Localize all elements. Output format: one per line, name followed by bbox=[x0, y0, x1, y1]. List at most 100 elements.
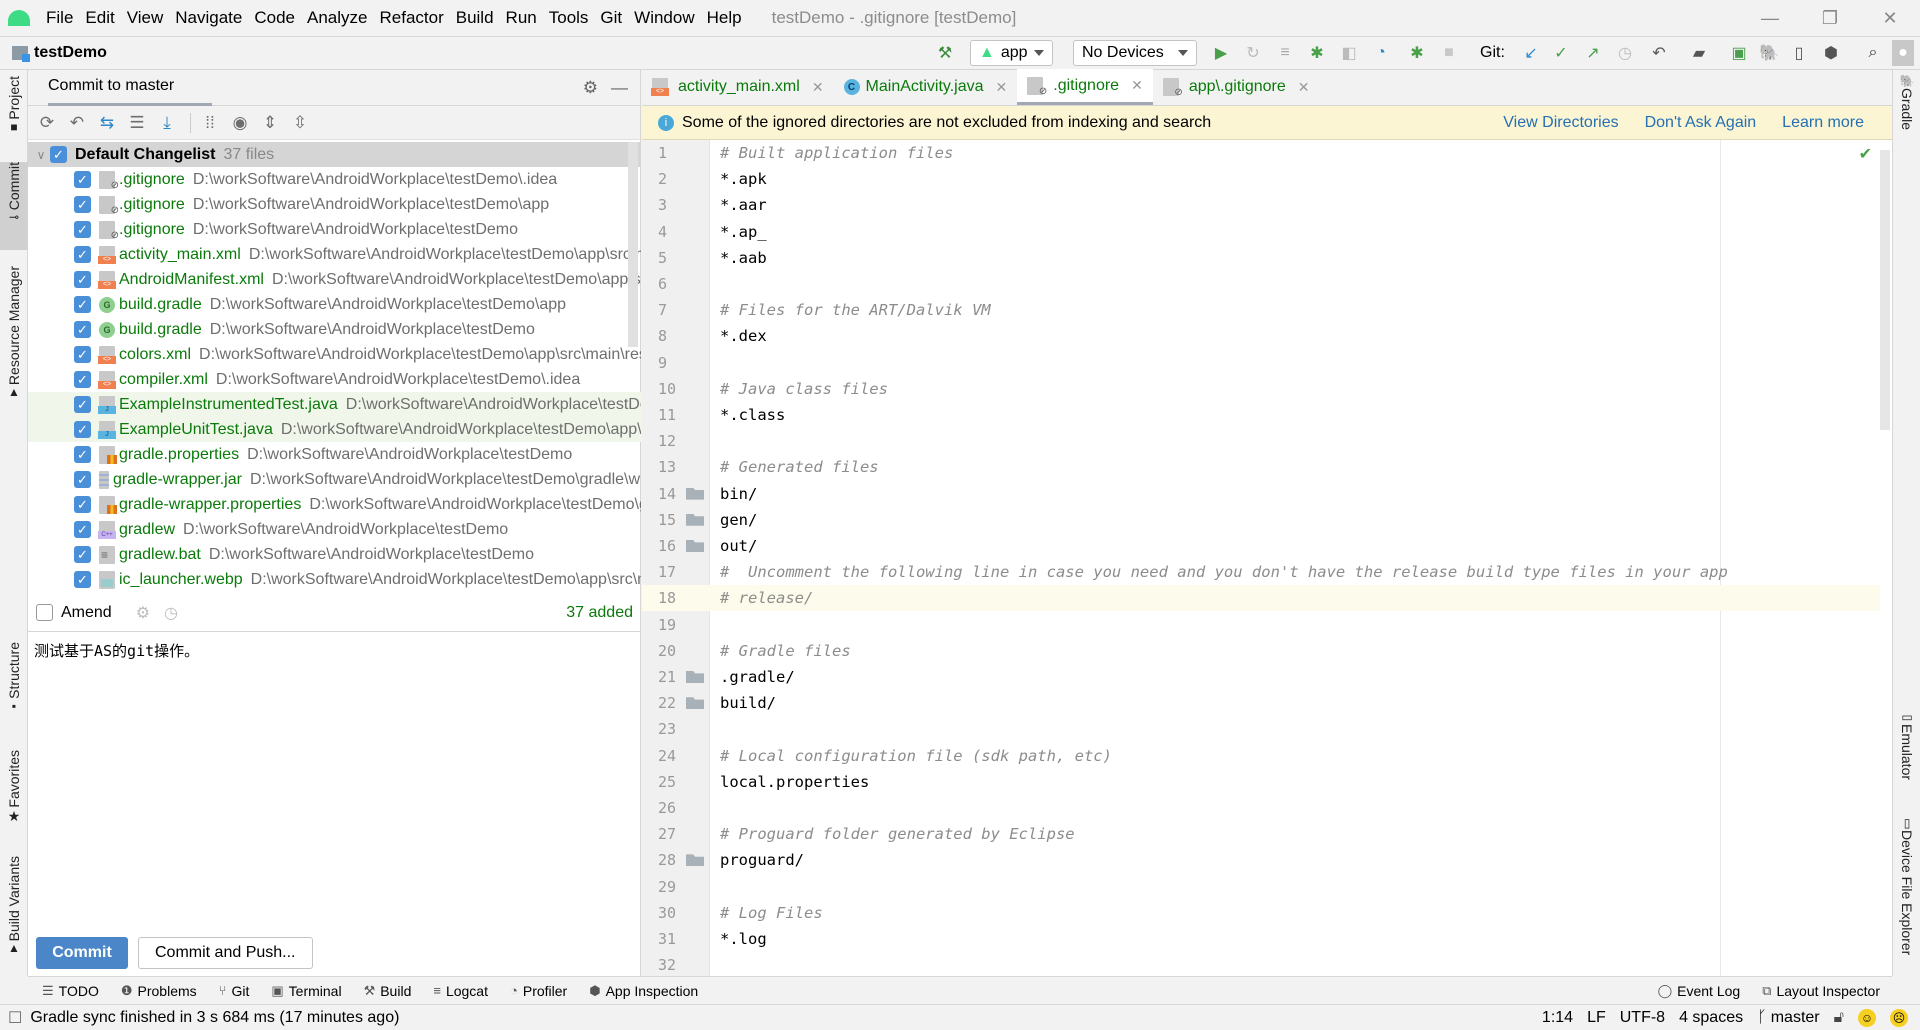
tool-window-git[interactable]: ⑂ Git bbox=[219, 983, 250, 999]
code-line[interactable]: 29 bbox=[642, 874, 1880, 900]
read-only-lock-icon[interactable]: 🔓︎ bbox=[1834, 1009, 1844, 1027]
menu-tools[interactable]: Tools bbox=[543, 8, 595, 28]
tool-tab-structure[interactable]: Structure ▪ bbox=[0, 642, 28, 738]
file-row[interactable]: ✓ .gitignore D:\workSoftware\AndroidWorkpl… bbox=[28, 192, 641, 217]
file-checkbox[interactable]: ✓ bbox=[74, 521, 91, 538]
editor-tab[interactable]: .gitignore ✕ bbox=[1017, 69, 1153, 105]
git-branch-widget[interactable]: ᚴ master bbox=[1757, 1009, 1820, 1027]
commit-button[interactable]: Commit bbox=[36, 937, 128, 969]
menu-code[interactable]: Code bbox=[248, 8, 301, 28]
code-line[interactable]: 32 bbox=[642, 952, 1880, 976]
tool-window-todo[interactable]: ☰ TODO bbox=[42, 983, 99, 999]
file-checkbox[interactable]: ✓ bbox=[74, 496, 91, 513]
code-line[interactable]: 30 # Log Files bbox=[642, 900, 1880, 926]
code-line[interactable]: 12 bbox=[642, 428, 1880, 454]
line-separator[interactable]: LF bbox=[1587, 1009, 1606, 1027]
code-line[interactable]: 3 *.aar bbox=[642, 192, 1880, 218]
code-line[interactable]: 22 build/ bbox=[642, 690, 1880, 716]
code-line[interactable]: 7 # Files for the ART/Dalvik VM bbox=[642, 297, 1880, 323]
code-line[interactable]: 21 .gradle/ bbox=[642, 664, 1880, 690]
file-checkbox[interactable]: ✓ bbox=[74, 371, 91, 388]
amend-checkbox[interactable] bbox=[36, 604, 53, 621]
file-checkbox[interactable]: ✓ bbox=[74, 446, 91, 463]
menu-edit[interactable]: Edit bbox=[79, 8, 120, 28]
caret-position[interactable]: 1:14 bbox=[1542, 1009, 1573, 1027]
code-line[interactable]: 19 bbox=[642, 612, 1880, 638]
editor-tab[interactable]: C MainActivity.java ✕ bbox=[834, 69, 1018, 105]
tool-tab-device-file-explorer[interactable]: ▯ Device File Explorer bbox=[1893, 816, 1920, 966]
chevron-down-icon[interactable]: ∨ bbox=[32, 148, 50, 162]
code-line[interactable]: 26 bbox=[642, 795, 1880, 821]
run-with-coverage-icon[interactable]: ◧ bbox=[1336, 40, 1362, 66]
file-row[interactable]: ✓ gradle-wrapper.properties D:\workSoftwar… bbox=[28, 492, 641, 517]
project-structure-icon[interactable]: ▰ bbox=[1686, 40, 1712, 66]
git-update-icon[interactable]: ↙ bbox=[1518, 40, 1544, 66]
restore-button[interactable]: ❐ bbox=[1800, 0, 1860, 36]
code-line[interactable]: 17 # Uncomment the following line in case… bbox=[642, 559, 1880, 585]
file-checkbox[interactable]: ✓ bbox=[74, 571, 91, 588]
code-line[interactable]: 8 *.dex bbox=[642, 323, 1880, 349]
tool-tab-favorites[interactable]: Favorites ★ bbox=[0, 750, 28, 850]
tool-window-profiler[interactable]: ◔ Profiler bbox=[510, 983, 567, 999]
make-project-hammer-icon[interactable]: ⚒ bbox=[932, 40, 958, 66]
code-line[interactable]: 9 bbox=[642, 350, 1880, 376]
changelist-icon[interactable]: ☰ bbox=[124, 110, 150, 136]
commit-message-input[interactable]: 测试基于AS的git操作。 bbox=[28, 632, 641, 932]
menu-run[interactable]: Run bbox=[500, 8, 543, 28]
code-editor[interactable]: ✔ 1 # Built application files 2 *.apk 3 *.aar… bbox=[642, 140, 1892, 976]
device-select[interactable]: No Devices bbox=[1073, 40, 1197, 66]
file-row[interactable]: ✓ gradlew.bat D:\workSoftware\AndroidWorkp… bbox=[28, 542, 641, 567]
file-row[interactable]: ✓ gradlew D:\workSoftware\AndroidWorkplace… bbox=[28, 517, 641, 542]
menu-file[interactable]: File bbox=[40, 8, 79, 28]
changelist-checkbox[interactable]: ✓ bbox=[50, 146, 67, 163]
code-line[interactable]: 11 *.class bbox=[642, 402, 1880, 428]
device-manager-icon[interactable]: ▯ bbox=[1786, 40, 1812, 66]
menu-navigate[interactable]: Navigate bbox=[169, 8, 248, 28]
show-diff-icon[interactable]: ⇆ bbox=[94, 110, 120, 136]
changelist-header[interactable]: ∨ ✓ Default Changelist 37 files bbox=[28, 142, 641, 167]
code-line[interactable]: 5 *.aab bbox=[642, 245, 1880, 271]
code-line[interactable]: 28 proguard/ bbox=[642, 847, 1880, 873]
file-row[interactable]: ✓ compiler.xml D:\workSoftware\AndroidWork… bbox=[28, 367, 641, 392]
collapse-all-icon[interactable]: ⇳ bbox=[287, 110, 313, 136]
run-configuration-select[interactable]: ▲ app bbox=[970, 40, 1053, 66]
file-checkbox[interactable]: ✓ bbox=[74, 421, 91, 438]
code-line[interactable]: 14 bin/ bbox=[642, 481, 1880, 507]
tool-window-problems[interactable]: ❶ Problems bbox=[121, 983, 197, 999]
code-line[interactable]: 20 # Gradle files bbox=[642, 638, 1880, 664]
user-avatar-icon[interactable]: ● bbox=[1892, 40, 1914, 66]
file-checkbox[interactable]: ✓ bbox=[74, 471, 91, 488]
tool-tab-build-variants[interactable]: Build Variants ▲ bbox=[0, 856, 28, 972]
minimize-button[interactable]: — bbox=[1740, 0, 1800, 36]
view-directories-link[interactable]: View Directories bbox=[1503, 114, 1618, 132]
code-line[interactable]: 15 gen/ bbox=[642, 507, 1880, 533]
tool-window-app-inspection[interactable]: ⬢ App Inspection bbox=[589, 983, 698, 999]
code-line[interactable]: 4 *.ap_ bbox=[642, 219, 1880, 245]
sync-gradle-icon[interactable]: 🐘 bbox=[1756, 40, 1782, 66]
rollback-icon[interactable]: ↶ bbox=[1646, 40, 1672, 66]
code-line[interactable]: 18 # release/ bbox=[642, 585, 1880, 612]
feedback-happy-icon[interactable]: ☺ bbox=[1858, 1008, 1876, 1027]
file-checkbox[interactable]: ✓ bbox=[74, 221, 91, 238]
file-checkbox[interactable]: ✓ bbox=[74, 546, 91, 563]
file-checkbox[interactable]: ✓ bbox=[74, 196, 91, 213]
editor-tab[interactable]: activity_main.xml ✕ bbox=[642, 69, 834, 105]
file-checkbox[interactable]: ✓ bbox=[74, 296, 91, 313]
menu-refactor[interactable]: Refactor bbox=[373, 8, 449, 28]
expand-all-icon[interactable]: ⇕ bbox=[257, 110, 283, 136]
code-line[interactable]: 27 # Proguard folder generated by Eclipse bbox=[642, 821, 1880, 847]
close-tab-icon[interactable]: ✕ bbox=[812, 79, 824, 96]
code-line[interactable]: 25 local.properties bbox=[642, 769, 1880, 795]
apply-changes-icon[interactable]: ↻ bbox=[1240, 40, 1266, 66]
tool-tab-emulator[interactable]: ▭ Emulator bbox=[1893, 710, 1920, 806]
menu-help[interactable]: Help bbox=[701, 8, 748, 28]
file-row[interactable]: ✓ AndroidManifest.xml D:\workSoftware\Andr… bbox=[28, 267, 641, 292]
file-checkbox[interactable]: ✓ bbox=[74, 321, 91, 338]
menu-analyze[interactable]: Analyze bbox=[301, 8, 373, 28]
file-row[interactable]: ✓ gradle.properties D:\workSoftware\Androi… bbox=[28, 442, 641, 467]
group-by-icon[interactable]: ⁞⁞ bbox=[197, 110, 223, 136]
vertical-scrollbar[interactable] bbox=[628, 142, 638, 347]
dont-ask-again-link[interactable]: Don't Ask Again bbox=[1645, 114, 1757, 132]
hide-panel-icon[interactable]: — bbox=[611, 78, 628, 98]
tool-window-build[interactable]: ⚒ Build bbox=[364, 983, 412, 999]
